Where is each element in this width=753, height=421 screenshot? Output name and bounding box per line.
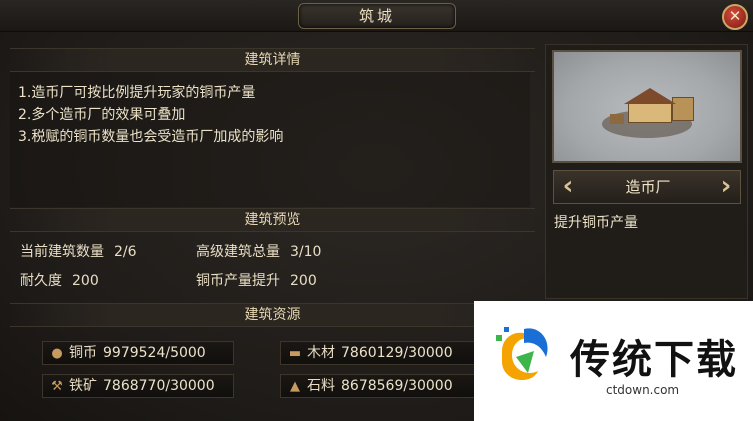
resource-value: 9979524/5000 — [103, 345, 206, 361]
durability-label: 耐久度 — [20, 273, 62, 289]
chevron-left-icon: ‹ — [562, 171, 574, 201]
stone-icon: ▲ — [290, 379, 300, 394]
resource-value: 8678569/30000 — [341, 378, 453, 394]
watermark: 传统下载 ctdown.com — [474, 301, 753, 421]
advanced-total: 高级建筑总量 3/10 — [196, 241, 321, 261]
current-count-value: 2/6 — [114, 244, 137, 260]
resource-wood: ▬ 木材 7860129/30000 — [280, 341, 480, 365]
prev-building-button[interactable]: ‹ — [556, 171, 580, 203]
advanced-total-label: 高级建筑总量 — [196, 244, 280, 260]
resource-stone: ▲ 石料 8678569/30000 — [280, 374, 480, 398]
resource-copper: ● 铜币 9979524/5000 — [42, 341, 234, 365]
detail-header: 建筑详情 — [10, 48, 535, 72]
iron-ore-icon: ⚒ — [51, 379, 63, 394]
preview-header: 建筑预览 — [10, 208, 535, 232]
detail-line: 3.税赋的铜币数量也会受造币厂加成的影响 — [18, 129, 284, 145]
wood-icon: ▬ — [288, 346, 302, 361]
copper-boost: 铜币产量提升 200 — [196, 270, 317, 290]
detail-text: 1.造币厂可按比例提升玩家的铜币产量 2.多个造币厂的效果可叠加 3.税赋的铜币… — [18, 82, 518, 148]
close-button[interactable]: ✕ — [722, 4, 748, 30]
building-image — [552, 50, 742, 163]
resources-header: 建筑资源 — [10, 303, 535, 327]
building-crate — [610, 114, 624, 124]
title-bar: 筑城 ✕ — [0, 0, 753, 32]
current-count: 当前建筑数量 2/6 — [20, 241, 137, 261]
detail-line: 1.造币厂可按比例提升玩家的铜币产量 — [18, 85, 256, 101]
window-title: 筑城 — [298, 3, 456, 29]
copper-coin-icon: ● — [51, 346, 63, 361]
resource-label: 木材 — [307, 345, 335, 361]
advanced-total-value: 3/10 — [290, 244, 322, 260]
resource-iron: ⚒ 铁矿 7868770/30000 — [42, 374, 234, 398]
watermark-title: 传统下载 — [570, 337, 738, 383]
building-roof — [624, 88, 676, 104]
resource-label: 铁矿 — [69, 378, 97, 394]
watermark-logo-icon — [496, 327, 548, 381]
building-description: 提升铜币产量 — [554, 215, 638, 231]
resource-value: 7860129/30000 — [341, 345, 453, 361]
resource-label: 石料 — [307, 378, 335, 394]
game-window: 筑城 ✕ 建筑详情 1.造币厂可按比例提升玩家的铜币产量 2.多个造币厂的效果可… — [0, 0, 753, 421]
resource-value: 7868770/30000 — [103, 378, 215, 394]
building-selector: ‹ 造币厂 › — [553, 170, 741, 204]
watermark-url: ctdown.com — [606, 383, 680, 397]
building-body — [628, 103, 672, 123]
next-building-button[interactable]: › — [714, 171, 738, 203]
durability-value: 200 — [72, 273, 99, 289]
detail-line: 2.多个造币厂的效果可叠加 — [18, 107, 186, 123]
resource-label: 铜币 — [69, 345, 97, 361]
current-count-label: 当前建筑数量 — [20, 244, 104, 260]
copper-boost-label: 铜币产量提升 — [196, 273, 280, 289]
copper-boost-value: 200 — [290, 273, 317, 289]
close-icon: ✕ — [728, 7, 742, 25]
chevron-right-icon: › — [720, 171, 732, 201]
durability: 耐久度 200 — [20, 270, 99, 290]
building-name: 造币厂 — [625, 178, 671, 196]
